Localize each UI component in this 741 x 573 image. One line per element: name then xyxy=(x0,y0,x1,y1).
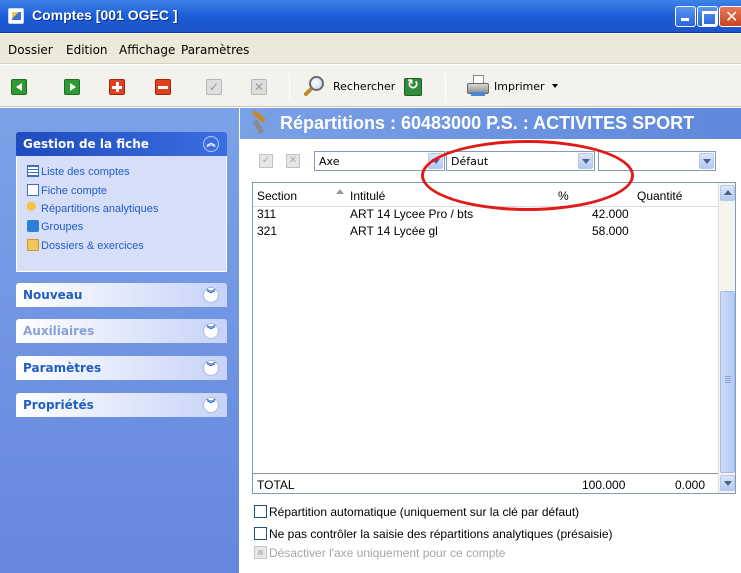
expand-icon[interactable]: ︾ xyxy=(203,360,219,376)
close-button[interactable]: ✕ xyxy=(719,6,741,27)
sidebar-item-label: Fiche compte xyxy=(41,185,108,197)
maximize-button[interactable] xyxy=(697,6,718,27)
main-content: Répartitions : 60483000 P.S. : ACTIVITES… xyxy=(240,108,741,573)
sidebar-item-fiche-compte[interactable]: Fiche compte xyxy=(27,184,107,197)
sidebar-item-groupes[interactable]: Groupes xyxy=(27,220,83,233)
sidebar-item-repartitions[interactable]: Répartitions analytiques xyxy=(27,202,158,215)
toolbar: ✓ ✕ Rechercher Imprimer xyxy=(0,65,741,107)
option-label: Désactiver l'axe uniquement pour ce comp… xyxy=(269,546,506,560)
sidebar-item-label: Liste des comptes xyxy=(41,166,130,178)
menu-parametres[interactable]: Paramètres xyxy=(181,43,249,57)
title-bar: Comptes [001 OGEC ] ✕ xyxy=(0,0,741,33)
print-button-label[interactable]: Imprimer xyxy=(494,80,545,93)
option-label: Ne pas contrôler la saisie des répartiti… xyxy=(269,527,613,541)
tools-icon xyxy=(250,112,270,134)
cell-section: 321 xyxy=(257,224,278,238)
sort-ascending-icon xyxy=(336,189,344,194)
checkbox[interactable] xyxy=(254,505,267,518)
checkbox-disabled xyxy=(254,546,267,559)
folder-icon xyxy=(27,239,39,251)
menu-edition[interactable]: Edition xyxy=(66,43,108,57)
total-label: TOTAL xyxy=(257,478,295,492)
sidebar-item-dossiers[interactable]: Dossiers & exercices xyxy=(27,239,144,252)
column-header-section[interactable]: Section xyxy=(257,189,297,203)
window-title: Comptes [001 OGEC ] xyxy=(32,7,178,23)
expand-icon[interactable]: ︾ xyxy=(203,397,219,413)
menu-affichage[interactable]: Affichage xyxy=(119,43,175,57)
close-icon: ✕ xyxy=(725,7,739,26)
expand-icon[interactable]: ︾ xyxy=(203,287,219,303)
previous-record-icon[interactable] xyxy=(11,79,27,95)
grid-total-row: TOTAL 100.000 0.000 xyxy=(253,473,718,494)
option-repartition-automatique[interactable]: Répartition automatique (uniquement sur … xyxy=(254,505,579,519)
sidebar-item-liste-comptes[interactable]: Liste des comptes xyxy=(27,165,130,178)
option-label: Répartition automatique (uniquement sur … xyxy=(269,505,580,519)
chevron-down-icon[interactable] xyxy=(699,153,714,169)
card-icon xyxy=(27,184,39,196)
minimize-button[interactable] xyxy=(675,6,696,27)
toolbar-separator xyxy=(289,73,290,101)
panel-proprietes[interactable]: Propriétés ︾ xyxy=(16,393,227,417)
validate-filter-icon[interactable]: ✓ xyxy=(259,154,273,168)
menu-bar: Dossier Edition Affichage Paramètres xyxy=(0,34,741,64)
cell-percent: 42.000 xyxy=(592,207,629,221)
annotation-ellipse xyxy=(421,140,634,211)
panel-title: Auxiliaires xyxy=(23,324,95,338)
expand-icon[interactable]: ︾ xyxy=(203,323,219,339)
remove-icon[interactable] xyxy=(155,79,171,95)
cancel-icon[interactable]: ✕ xyxy=(251,79,267,95)
panel-title: Paramètres xyxy=(23,361,102,375)
menu-dossier[interactable]: Dossier xyxy=(8,43,53,57)
toolbar-separator xyxy=(445,73,446,101)
repartitions-grid[interactable]: Section Intitulé % Quantité 311 ART 14 L… xyxy=(252,182,736,494)
panel-title: Propriétés xyxy=(23,398,94,412)
key-icon xyxy=(27,202,39,214)
checkbox[interactable] xyxy=(254,527,267,540)
panel-parametres[interactable]: Paramètres ︾ xyxy=(16,356,227,380)
panel-title: Gestion de la fiche xyxy=(23,137,149,151)
cell-percent: 58.000 xyxy=(592,224,629,238)
section-banner: Répartitions : 60483000 P.S. : ACTIVITES… xyxy=(240,108,741,139)
panel-auxiliaires[interactable]: Auxiliaires ︾ xyxy=(16,319,227,343)
sidebar-item-label: Dossiers & exercices xyxy=(41,240,144,252)
sidebar-item-label: Répartitions analytiques xyxy=(41,203,159,215)
cell-intitule: ART 14 Lycee Pro / bts xyxy=(350,207,474,221)
grid-scrollbar[interactable] xyxy=(718,183,735,493)
sidebar-item-label: Groupes xyxy=(41,221,84,233)
option-desactiver-axe: Désactiver l'axe uniquement pour ce comp… xyxy=(254,546,505,560)
printer-icon[interactable] xyxy=(466,75,490,97)
scroll-thumb[interactable] xyxy=(720,291,735,473)
panel-gestion-fiche-body: Liste des comptes Fiche compte Répartiti… xyxy=(16,156,227,272)
page-title: Répartitions : 60483000 P.S. : ACTIVITES… xyxy=(280,113,695,133)
list-icon xyxy=(27,165,39,177)
cell-section: 311 xyxy=(257,207,277,221)
scroll-up-icon[interactable] xyxy=(720,185,735,201)
group-icon xyxy=(27,220,39,232)
next-record-icon[interactable] xyxy=(64,79,80,95)
option-ne-pas-controler[interactable]: Ne pas contrôler la saisie des répartiti… xyxy=(254,527,613,541)
print-dropdown-icon[interactable] xyxy=(552,84,558,88)
table-row[interactable]: 321 ART 14 Lycée gl 58.000 xyxy=(253,224,718,241)
cell-intitule: ART 14 Lycée gl xyxy=(350,224,438,238)
validate-icon[interactable]: ✓ xyxy=(206,79,222,95)
app-icon xyxy=(8,8,24,24)
column-header-intitule[interactable]: Intitulé xyxy=(350,189,385,203)
search-icon[interactable] xyxy=(302,75,326,99)
total-quantite: 0.000 xyxy=(675,478,706,492)
total-percent: 100.000 xyxy=(582,478,626,492)
search-button-label[interactable]: Rechercher xyxy=(333,80,395,93)
refresh-icon[interactable] xyxy=(404,77,422,96)
scroll-down-icon[interactable] xyxy=(720,475,735,491)
collapse-icon[interactable]: ︽ xyxy=(203,136,219,152)
sidebar: Gestion de la fiche ︽ Liste des comptes … xyxy=(0,108,239,573)
add-icon[interactable] xyxy=(109,79,125,95)
panel-gestion-fiche[interactable]: Gestion de la fiche ︽ xyxy=(16,132,227,156)
column-header-quantite[interactable]: Quantité xyxy=(637,189,682,203)
table-row[interactable]: 311 ART 14 Lycee Pro / bts 42.000 xyxy=(253,207,718,224)
panel-title: Nouveau xyxy=(23,288,83,302)
axe-select-value: Axe xyxy=(319,155,340,168)
cancel-filter-icon[interactable]: ✕ xyxy=(286,154,300,168)
panel-nouveau[interactable]: Nouveau ︾ xyxy=(16,283,227,307)
